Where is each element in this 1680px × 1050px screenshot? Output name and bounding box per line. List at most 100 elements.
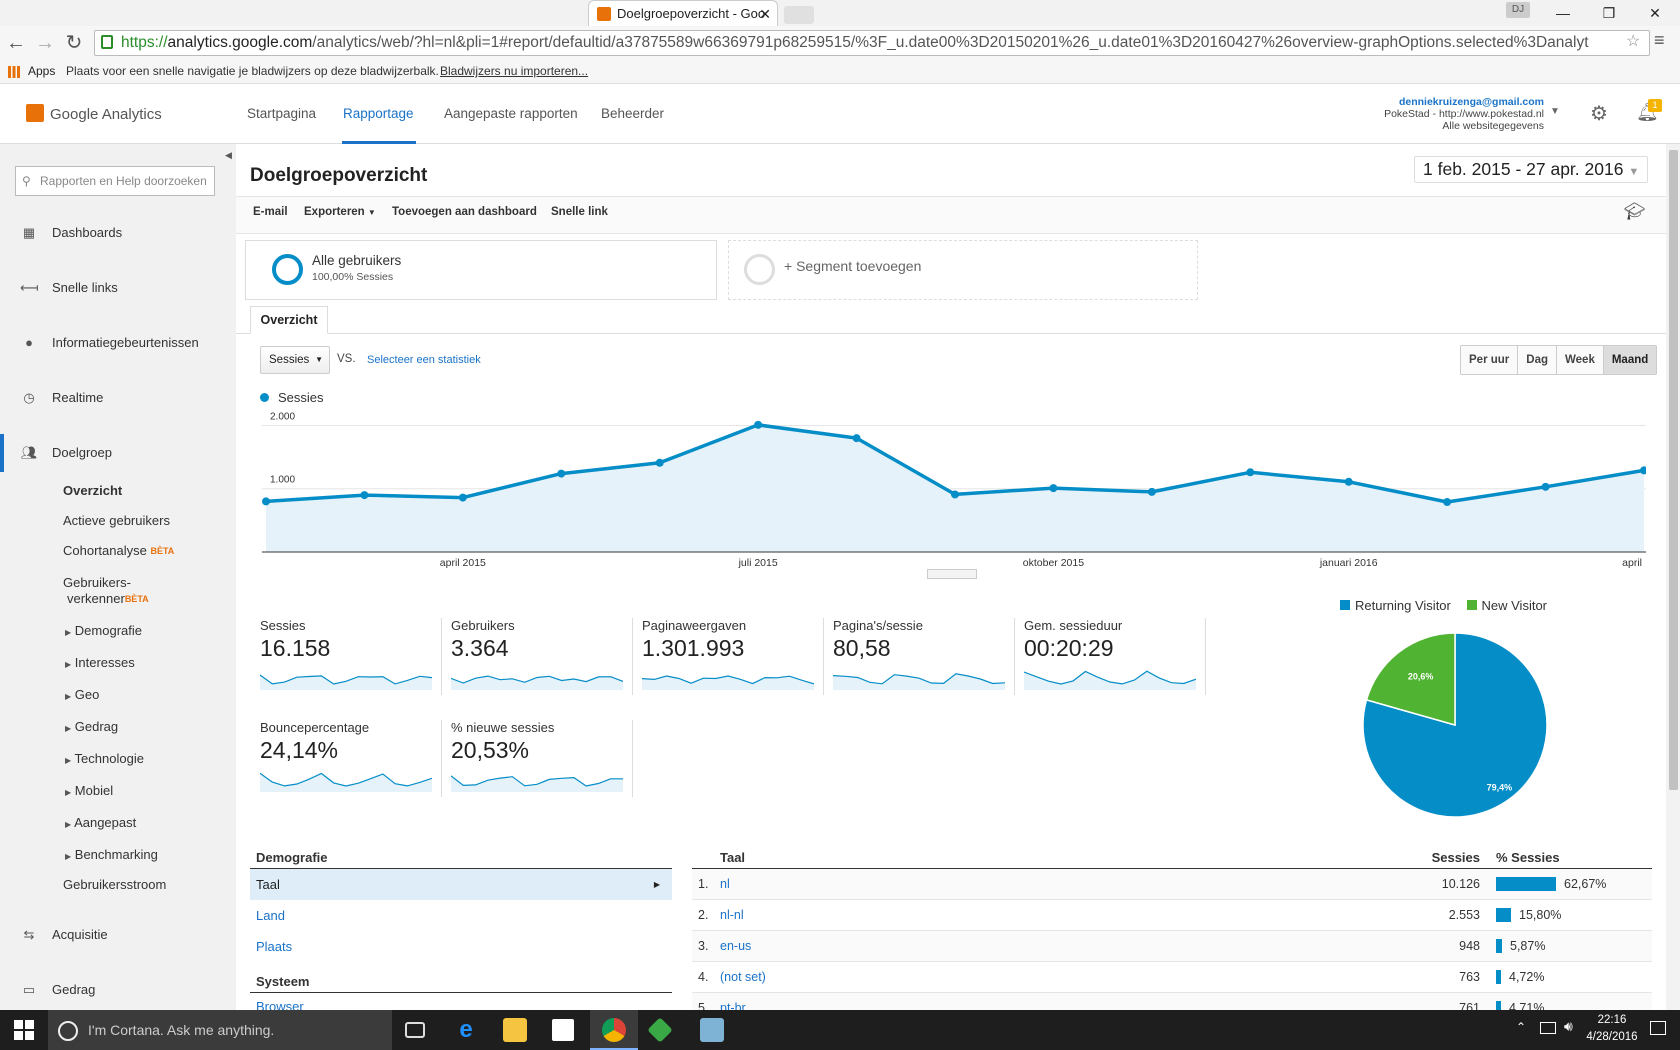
- nav-beheerder[interactable]: Beheerder: [601, 104, 664, 124]
- table-row[interactable]: 3. en-us 948 5,87%: [692, 931, 1652, 962]
- row-language-link[interactable]: nl: [720, 869, 730, 899]
- quick-link-button[interactable]: Snelle link: [551, 206, 608, 218]
- sidebar-item-dashboards[interactable]: ▦ Dashboards: [20, 223, 122, 243]
- address-bar[interactable]: https://analytics.google.com/analytics/w…: [94, 30, 1650, 56]
- nav-startpagina[interactable]: Startpagina: [247, 104, 316, 124]
- system-clock[interactable]: 22:16 4/28/2016: [1582, 1012, 1642, 1046]
- search-input[interactable]: ⚲ Rapporten en Help doorzoeken: [15, 166, 215, 196]
- scorecard[interactable]: Paginaweergaven 1.301.993: [642, 618, 822, 708]
- granularity-dag[interactable]: Dag: [1518, 346, 1557, 374]
- sidebar-sub-benchmarking[interactable]: ▶ Benchmarking: [65, 847, 158, 865]
- expand-arrow-icon: ▶: [65, 724, 72, 733]
- sidebar-sub-gebruikersstroom[interactable]: Gebruikersstroom: [63, 877, 166, 893]
- sidebar-sub-overzicht[interactable]: Overzicht: [63, 483, 122, 499]
- table-row[interactable]: 1. nl 10.126 62,67%: [692, 869, 1652, 900]
- table-row[interactable]: 2. nl-nl 2.553 15,80%: [692, 900, 1652, 931]
- profile-badge[interactable]: DJ: [1506, 2, 1530, 18]
- visitor-type-pie-chart[interactable]: 79,4% 20,6%: [1360, 630, 1550, 820]
- email-button[interactable]: E-mail: [253, 206, 288, 218]
- sidebar-sub-demografie[interactable]: ▶ Demografie: [65, 623, 142, 641]
- row-language-link[interactable]: nl-nl: [720, 900, 744, 930]
- sidebar-item-informatiegebeurtenissen[interactable]: ● Informatiegebeurtenissen: [20, 333, 199, 353]
- sidebar-sub-technologie[interactable]: ▶ Technologie: [65, 751, 144, 769]
- table-row[interactable]: 5. pt-br 761 4,71%: [692, 993, 1652, 1010]
- scorecard[interactable]: Gem. sessieduur 00:20:29: [1024, 618, 1204, 708]
- sessions-line-chart[interactable]: 2.000 1.000 april 2015 juli 2015 oktober 201…: [262, 410, 1646, 570]
- sidebar-item-snelle-links[interactable]: ⟻ Snelle links: [20, 278, 118, 298]
- demografie-item-taal[interactable]: Taal ▶: [250, 869, 672, 900]
- sidebar-sub-mobiel[interactable]: ▶ Mobiel: [65, 783, 113, 801]
- restore-icon[interactable]: ❐: [1586, 0, 1632, 26]
- collapse-sidebar-icon[interactable]: ◀: [225, 150, 237, 168]
- scorecard[interactable]: Bouncepercentage 24,14%: [260, 720, 440, 810]
- edge-browser-icon[interactable]: e: [454, 1018, 478, 1042]
- store-icon[interactable]: [552, 1019, 574, 1041]
- import-bookmarks-link[interactable]: Bladwijzers nu importeren...: [440, 60, 588, 82]
- metric-select[interactable]: Sessies ▼: [260, 346, 330, 374]
- reload-icon[interactable]: ↻: [62, 30, 86, 56]
- sidebar-sub-cohortanalyse[interactable]: Cohortanalyse BÈTA: [63, 543, 174, 559]
- tray-expand-icon[interactable]: ⌃: [1516, 1020, 1526, 1034]
- close-tab-icon[interactable]: ✕: [759, 1, 771, 26]
- account-selector[interactable]: denniekruizenga@gmail.com PokeStad - htt…: [1330, 96, 1544, 132]
- scorecard[interactable]: Gebruikers 3.364: [451, 618, 631, 708]
- row-language-link[interactable]: pt-br: [720, 993, 746, 1010]
- chrome-menu-icon[interactable]: ≡: [1654, 30, 1665, 51]
- sidebar-sub-aangepast[interactable]: ▶ Aangepast: [65, 815, 136, 833]
- tab-overzicht[interactable]: Overzicht: [250, 306, 328, 334]
- table-row[interactable]: 4. (not set) 763 4,72%: [692, 962, 1652, 993]
- sidebar-sub-geo[interactable]: ▶ Geo: [65, 687, 99, 705]
- bookmark-star-icon[interactable]: ☆: [1626, 31, 1640, 51]
- close-window-icon[interactable]: ✕: [1632, 0, 1678, 26]
- task-view-icon[interactable]: [405, 1022, 425, 1038]
- browser-tab[interactable]: Doelgroepoverzicht - Goo ✕: [588, 0, 778, 26]
- forward-icon[interactable]: →: [33, 30, 57, 56]
- export-button[interactable]: Exporteren ▼: [304, 206, 376, 218]
- row-language-link[interactable]: en-us: [720, 931, 751, 961]
- demografie-item-land[interactable]: Land: [256, 908, 285, 923]
- account-dropdown-icon[interactable]: ▼: [1550, 106, 1560, 117]
- granularity-week[interactable]: Week: [1557, 346, 1604, 374]
- systeem-item-browser[interactable]: Browser: [256, 999, 304, 1010]
- granularity-per-uur[interactable]: Per uur: [1461, 346, 1519, 374]
- sidebar-item-acquisitie[interactable]: ⇆ Acquisitie: [20, 925, 108, 945]
- new-tab-button[interactable]: [784, 6, 814, 24]
- demografie-item-plaats[interactable]: Plaats: [256, 939, 292, 954]
- minimize-icon[interactable]: —: [1540, 0, 1586, 26]
- row-language-link[interactable]: (not set): [720, 962, 766, 992]
- cortana-search-box[interactable]: I'm Cortana. Ask me anything.: [48, 1010, 392, 1050]
- date-range-picker[interactable]: 1 feb. 2015 - 27 apr. 2016 ▼: [1414, 156, 1649, 183]
- scorecard[interactable]: Pagina's/sessie 80,58: [833, 618, 1013, 708]
- segment-card[interactable]: [245, 240, 717, 300]
- sidebar-sub-gedrag[interactable]: ▶ Gedrag: [65, 719, 118, 737]
- scorecard[interactable]: % nieuwe sessies 20,53%: [451, 720, 631, 810]
- chart-resize-handle[interactable]: [927, 569, 977, 579]
- app-icon-notepad[interactable]: [700, 1018, 724, 1042]
- sidebar-item-realtime[interactable]: ◷ Realtime: [20, 388, 103, 408]
- sparkline-line: [260, 772, 432, 787]
- back-icon[interactable]: ←: [4, 30, 28, 56]
- file-explorer-icon[interactable]: [503, 1018, 527, 1042]
- windows-start-icon[interactable]: [14, 1020, 34, 1040]
- select-statistic-link[interactable]: Selecteer een statistiek: [367, 354, 481, 366]
- scorecard-label: Pagina's/sessie: [833, 618, 923, 633]
- sidebar-item-gedrag[interactable]: ▭ Gedrag: [20, 980, 96, 1000]
- scrollbar-thumb[interactable]: [1669, 150, 1678, 790]
- apps-link[interactable]: Apps: [28, 60, 55, 82]
- action-center-icon[interactable]: [1650, 1021, 1666, 1035]
- sidebar-sub-gebruikersverkenner[interactable]: Gebruikers-verkennerBÈTA: [63, 575, 149, 607]
- gear-icon[interactable]: ⚙: [1590, 101, 1608, 126]
- graduation-cap-icon[interactable]: 🎓︎: [1624, 202, 1646, 222]
- sidebar-item-doelgroep[interactable]: 👥︎ Doelgroep: [20, 443, 112, 463]
- nav-rapportage[interactable]: Rapportage: [343, 104, 414, 124]
- ga-logo[interactable]: Google Analytics: [26, 104, 162, 125]
- granularity-maand[interactable]: Maand: [1603, 346, 1657, 374]
- nav-aangepaste-rapporten[interactable]: Aangepaste rapporten: [444, 104, 578, 124]
- volume-icon[interactable]: 🔊︎: [1564, 1018, 1573, 1035]
- row-pct-bar: [1496, 970, 1501, 984]
- sidebar-sub-actieve-gebruikers[interactable]: Actieve gebruikers: [63, 513, 170, 529]
- scorecard[interactable]: Sessies 16.158: [260, 618, 440, 708]
- sidebar-sub-interesses[interactable]: ▶ Interesses: [65, 655, 135, 673]
- add-to-dashboard-button[interactable]: Toevoegen aan dashboard: [392, 206, 537, 218]
- network-icon[interactable]: [1540, 1022, 1556, 1034]
